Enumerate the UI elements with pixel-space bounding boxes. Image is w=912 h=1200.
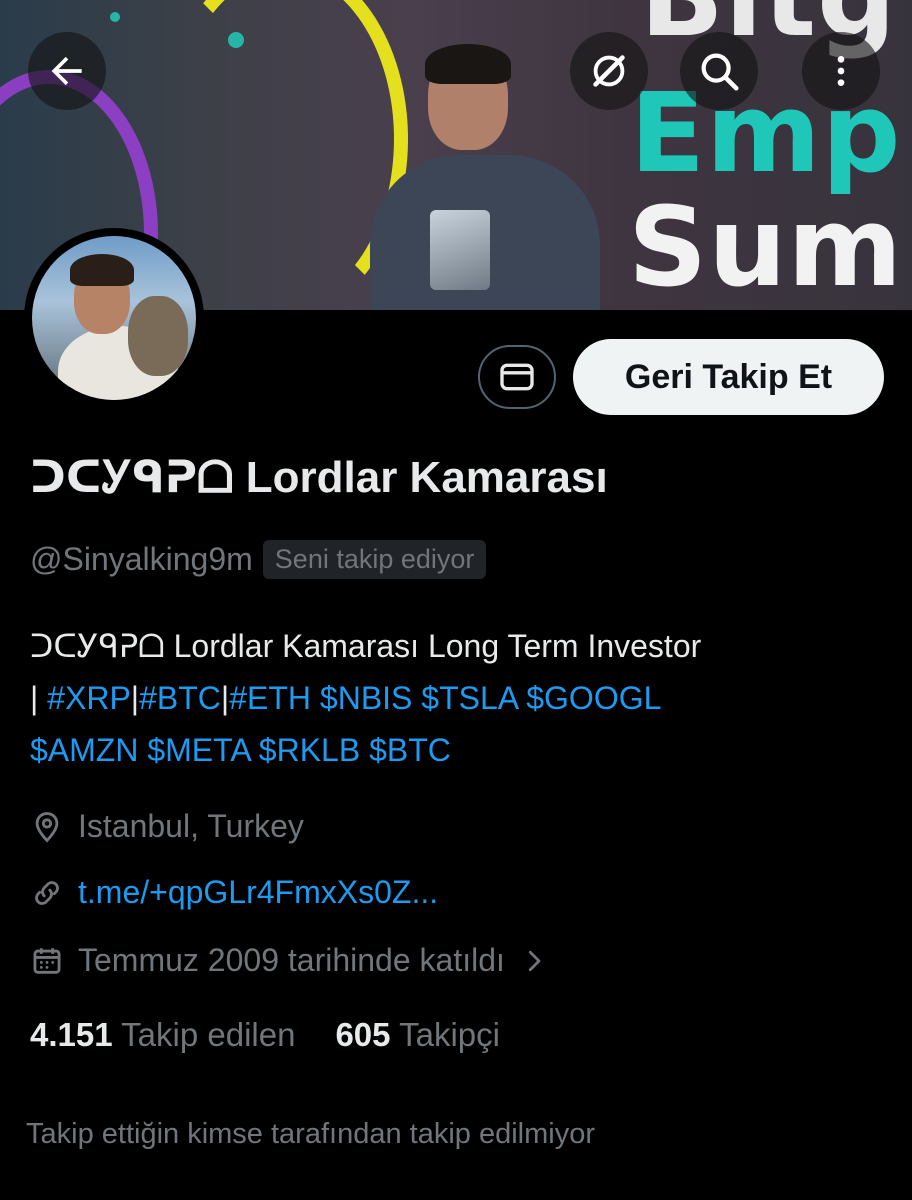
location-pin-icon	[35, 811, 59, 842]
cashtag-link[interactable]: $BTC	[369, 732, 451, 768]
followers-stat[interactable]: 605 Takipçi	[335, 1016, 500, 1054]
banner-decoration	[110, 12, 120, 22]
cashtag-link[interactable]: $GOOGL	[526, 680, 661, 716]
follow-back-button[interactable]: Geri Takip Et	[573, 339, 884, 415]
message-button[interactable]	[478, 345, 556, 409]
followers-you-know-note: Takip ettiğin kimse tarafından takip edi…	[26, 1118, 595, 1150]
following-count: 4.151	[30, 1016, 113, 1053]
joined-row[interactable]: Temmuz 2009 tarihinde katıldı	[30, 942, 549, 979]
website-link[interactable]: t.me/+qpGLr4FmxXs0Z...	[78, 874, 438, 911]
avatar[interactable]	[24, 228, 204, 408]
bio-line: $AMZN $META $RKLB $BTC	[30, 724, 890, 776]
back-arrow-icon	[51, 56, 82, 86]
display-name: ᑐᑕᎩᑫᕈᗝ Lordlar Kamarası	[30, 453, 608, 502]
bio-separator: |	[130, 680, 140, 716]
cashtag-link[interactable]: $TSLA	[421, 680, 517, 716]
more-button[interactable]	[802, 32, 880, 110]
trophy	[430, 210, 490, 290]
followers-count: 605	[335, 1016, 391, 1053]
follows-you-badge: Seni takip ediyor	[262, 540, 487, 579]
cashtag-link[interactable]: $AMZN	[30, 732, 138, 768]
grok-button[interactable]	[570, 32, 648, 110]
search-button[interactable]	[680, 32, 758, 110]
cashtag-link[interactable]: $RKLB	[259, 732, 360, 768]
handle-row: @Sinyalking9m Seni takip ediyor	[30, 540, 487, 579]
bio-separator: |	[30, 680, 48, 716]
cashtag-link[interactable]: $META	[147, 732, 250, 768]
bio-line: ᑐᑕᎩᑫᕈᗝ Lordlar Kamarası Long Term Invest…	[30, 628, 702, 664]
website-row: t.me/+qpGLr4FmxXs0Z...	[30, 874, 438, 911]
grok-icon	[593, 55, 625, 87]
joined-text: Temmuz 2009 tarihinde katıldı	[78, 942, 505, 978]
back-button[interactable]	[28, 32, 106, 110]
following-label: Takip edilen	[121, 1016, 296, 1053]
bio-line: | #XRP|#BTC|#ETH $NBIS $TSLA $GOOGL	[30, 672, 890, 724]
hashtag-link[interactable]: #ETH	[229, 680, 311, 716]
chevron-right-icon	[528, 950, 541, 971]
followers-label: Takipçi	[399, 1016, 500, 1053]
follow-stats: 4.151 Takip edilen 605 Takipçi	[30, 1016, 500, 1054]
bio: ᑐᑕᎩᑫᕈᗝ Lordlar Kamarası Long Term Invest…	[30, 620, 890, 776]
banner-person	[370, 40, 600, 310]
handle: @Sinyalking9m	[30, 541, 253, 577]
cat	[128, 296, 188, 376]
hashtag-link[interactable]: #XRP	[47, 680, 131, 716]
banner-text: Sum	[628, 183, 904, 310]
link-icon	[35, 880, 59, 905]
banner-decoration	[228, 32, 244, 48]
envelope-icon	[500, 363, 534, 391]
location-row: Istanbul, Turkey	[30, 808, 304, 845]
cashtag-link[interactable]: $NBIS	[320, 680, 412, 716]
calendar-icon	[33, 947, 61, 974]
bio-separator: |	[220, 680, 230, 716]
more-vertical-icon	[837, 56, 845, 86]
following-stat[interactable]: 4.151 Takip edilen	[30, 1016, 295, 1054]
hashtag-link[interactable]: #BTC	[139, 680, 221, 716]
search-icon	[701, 53, 739, 91]
location-text: Istanbul, Turkey	[78, 808, 304, 844]
